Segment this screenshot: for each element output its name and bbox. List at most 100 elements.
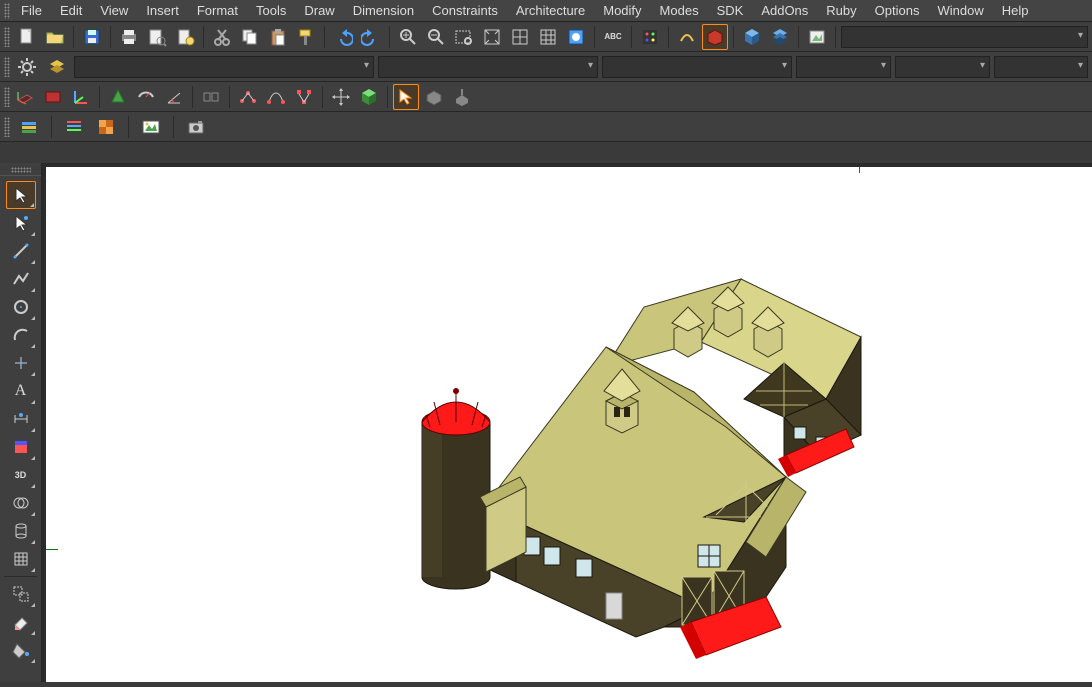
zoom-in-icon[interactable] — [395, 24, 421, 50]
align-icon[interactable] — [198, 84, 224, 110]
bucket-icon[interactable] — [6, 636, 36, 664]
dimension-tool-icon[interactable] — [6, 405, 36, 433]
menu-modes[interactable]: Modes — [651, 1, 708, 20]
modify-toolbar — [0, 82, 1092, 112]
face-mode-icon[interactable] — [702, 24, 728, 50]
node-edit-icon[interactable] — [291, 84, 317, 110]
zoom-window-icon[interactable] — [451, 24, 477, 50]
menu-insert[interactable]: Insert — [137, 1, 188, 20]
menu-window[interactable]: Window — [928, 1, 992, 20]
menu-addons[interactable]: AddOns — [752, 1, 817, 20]
camera-icon[interactable] — [183, 114, 209, 140]
visual-style-icon[interactable] — [563, 24, 589, 50]
solid-box-icon[interactable]: 3D — [6, 461, 36, 489]
boolean-icon[interactable] — [6, 489, 36, 517]
circle-icon[interactable] — [6, 293, 36, 321]
linetype-combo[interactable] — [602, 56, 792, 78]
pointer-icon[interactable] — [6, 181, 36, 209]
layers-dialog-icon[interactable] — [767, 24, 793, 50]
extrude-icon[interactable] — [449, 84, 475, 110]
angle-dimension-icon[interactable] — [161, 84, 187, 110]
lineweight-combo[interactable] — [796, 56, 891, 78]
gear-icon[interactable] — [14, 54, 40, 80]
print-preview-icon[interactable] — [144, 24, 170, 50]
menu-help[interactable]: Help — [993, 1, 1038, 20]
measure-icon[interactable] — [133, 84, 159, 110]
menu-dimension[interactable]: Dimension — [344, 1, 423, 20]
hatch-icon[interactable] — [6, 433, 36, 461]
pan-icon[interactable] — [507, 24, 533, 50]
layers-list-icon[interactable] — [61, 114, 87, 140]
redo-icon[interactable] — [358, 24, 384, 50]
menu-options[interactable]: Options — [866, 1, 929, 20]
select-similar-icon[interactable] — [6, 209, 36, 237]
surface-icon[interactable] — [421, 84, 447, 110]
menu-file[interactable]: File — [12, 1, 51, 20]
arc-icon[interactable] — [6, 321, 36, 349]
image-browser-icon[interactable] — [138, 114, 164, 140]
shaded-cube-icon[interactable] — [739, 24, 765, 50]
line-icon[interactable] — [6, 237, 36, 265]
cone-tool-icon[interactable] — [105, 84, 131, 110]
copy-icon[interactable] — [237, 24, 263, 50]
move-icon[interactable] — [328, 84, 354, 110]
edge-style-icon[interactable] — [674, 24, 700, 50]
text-icon[interactable]: A — [6, 377, 36, 405]
curve-edit-icon[interactable] — [263, 84, 289, 110]
undo-icon[interactable] — [330, 24, 356, 50]
mesh-icon[interactable] — [6, 545, 36, 573]
ucs-icon[interactable] — [68, 84, 94, 110]
menu-architecture[interactable]: Architecture — [507, 1, 594, 20]
menu-constraints[interactable]: Constraints — [423, 1, 507, 20]
menu-view[interactable]: View — [91, 1, 137, 20]
layer-manager-icon[interactable] — [44, 54, 70, 80]
select-path-icon[interactable] — [393, 84, 419, 110]
render-toolbar — [0, 112, 1092, 142]
grid-icon[interactable] — [535, 24, 561, 50]
eraser-icon[interactable] — [6, 608, 36, 636]
format-painter-icon[interactable] — [293, 24, 319, 50]
texture-tool-icon[interactable] — [93, 114, 119, 140]
save-icon[interactable] — [79, 24, 105, 50]
standard-toolbar: ABC — [0, 22, 1092, 52]
menu-tools[interactable]: Tools — [247, 1, 295, 20]
viewport-wrap — [42, 163, 1092, 682]
open-folder-icon[interactable] — [42, 24, 68, 50]
color-combo[interactable] — [378, 56, 598, 78]
print-icon[interactable] — [116, 24, 142, 50]
box-3d-icon[interactable] — [356, 84, 382, 110]
render-settings-icon[interactable] — [16, 114, 42, 140]
section-icon[interactable] — [40, 84, 66, 110]
toolbar-grip — [4, 57, 10, 77]
materials-icon[interactable] — [637, 24, 663, 50]
spellcheck-icon[interactable]: ABC — [600, 24, 626, 50]
model-barn — [46, 167, 1092, 687]
command-combo[interactable] — [841, 26, 1088, 48]
3d-viewport[interactable] — [46, 167, 1092, 682]
cylinder-icon[interactable] — [6, 517, 36, 545]
new-file-icon[interactable] — [14, 24, 40, 50]
document-setup-icon[interactable] — [172, 24, 198, 50]
cut-icon[interactable] — [209, 24, 235, 50]
layer-combo[interactable] — [74, 56, 374, 78]
point-icon[interactable] — [6, 349, 36, 377]
toolbar-grip — [4, 117, 10, 137]
render-icon[interactable] — [804, 24, 830, 50]
menu-edit[interactable]: Edit — [51, 1, 91, 20]
drawing-toolbar: A 3D — [0, 163, 42, 682]
style-combo[interactable] — [895, 56, 990, 78]
menu-draw[interactable]: Draw — [295, 1, 343, 20]
menu-ruby[interactable]: Ruby — [817, 1, 865, 20]
zoom-extents-icon[interactable] — [479, 24, 505, 50]
group-icon[interactable] — [6, 580, 36, 608]
paste-icon[interactable] — [265, 24, 291, 50]
menu-modify[interactable]: Modify — [594, 1, 650, 20]
cplane-icon[interactable] — [12, 84, 38, 110]
toolbar-grip — [4, 87, 10, 107]
polyline-edit-icon[interactable] — [235, 84, 261, 110]
misc-combo[interactable] — [994, 56, 1088, 78]
zoom-out-icon[interactable] — [423, 24, 449, 50]
menu-format[interactable]: Format — [188, 1, 247, 20]
polyline-icon[interactable] — [6, 265, 36, 293]
menu-sdk[interactable]: SDK — [708, 1, 753, 20]
